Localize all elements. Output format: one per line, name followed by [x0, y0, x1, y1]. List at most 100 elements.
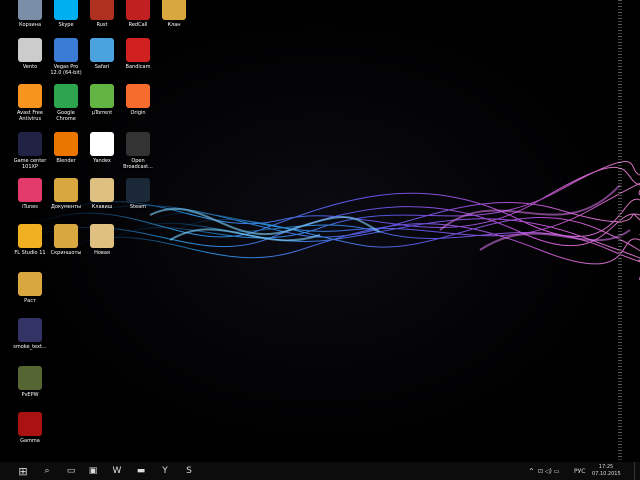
desktop-icon[interactable]: RedCall — [120, 0, 156, 28]
fl-studio-icon — [18, 224, 42, 248]
desktop-icon-label: Origin — [130, 110, 146, 116]
safari-icon — [90, 38, 114, 62]
pvepw-icon — [18, 366, 42, 390]
blender-icon — [54, 132, 78, 156]
word-icon[interactable]: W — [108, 462, 126, 480]
desktop-icon-label: PvEPW — [21, 392, 39, 398]
desktop-icon[interactable]: Origin — [120, 84, 156, 116]
redcall-icon — [126, 0, 150, 20]
desktop-icon-label: Blender — [56, 158, 76, 164]
desktop-icon[interactable]: Клан — [156, 0, 192, 28]
desktop-icon[interactable]: PvEPW — [12, 366, 48, 398]
folder-icon — [162, 0, 186, 20]
clock-time: 17:25 — [598, 464, 614, 470]
desktop-icon[interactable]: Game center 101XP — [12, 132, 48, 170]
desktop-icon-label: Раст — [24, 298, 36, 304]
folder-icon — [90, 178, 114, 202]
desktop-icon[interactable]: Skype — [48, 0, 84, 28]
desktop-icon[interactable]: Bandicam — [120, 38, 156, 70]
bandicam-icon — [126, 38, 150, 62]
taskbar: ⊞ ⌕ ▭ ▣ W ▬ Y S ⌃ ⊡ ◁) ▭ РУС 17:25 07.10.201… — [0, 462, 640, 480]
desktop-icon[interactable]: Rust — [84, 0, 120, 28]
skype-icon — [54, 0, 78, 20]
recycle-bin-icon — [18, 0, 42, 20]
desktop-icon-label: Gamma — [20, 438, 40, 444]
desktop-icon-label: Клан — [167, 22, 181, 28]
desktop-icon[interactable]: Gamma — [12, 412, 48, 444]
clock[interactable]: 17:25 07.10.2015 — [592, 464, 621, 478]
desktop-icon[interactable]: Steam — [120, 178, 156, 210]
file-icon — [18, 318, 42, 342]
desktop-icon-label: Avast Free Antivirus — [17, 110, 43, 122]
desktop-icon-label: FL Studio 11 — [14, 250, 46, 256]
desktop-icon-label: Bandicam — [125, 64, 151, 70]
gamma-icon — [18, 412, 42, 436]
start-button[interactable]: ⊞ — [14, 462, 32, 480]
desktop-icon[interactable]: Клавиш — [84, 178, 120, 210]
folder-icon — [90, 224, 114, 248]
vento-icon — [18, 38, 42, 62]
origin-icon — [126, 84, 150, 108]
itunes-icon — [18, 178, 42, 202]
desktop-icon[interactable]: smoke_text... — [12, 318, 48, 350]
desktop-icon-label: Скриншоты — [50, 250, 82, 256]
folder-icon — [54, 178, 78, 202]
desktop-icon[interactable]: FL Studio 11 — [12, 224, 48, 256]
desktop-icon[interactable]: Safari — [84, 38, 120, 70]
desktop-icon[interactable]: Blender — [48, 132, 84, 164]
desktop-icon-label: Google Chrome — [56, 110, 76, 122]
desktop-icon-label: Корзина — [18, 22, 42, 28]
skype-taskbar-icon[interactable]: S — [180, 462, 198, 480]
desktop-icon[interactable]: Yandex — [84, 132, 120, 164]
desktop-icon-label: Клавиш — [91, 204, 113, 210]
desktop-icon-label: Документы — [51, 204, 81, 210]
screen-artifact-strip — [618, 0, 622, 462]
yandex-icon — [90, 132, 114, 156]
desktop-icon[interactable]: iTunes — [12, 178, 48, 210]
desktop-icon-label: Vento — [22, 64, 38, 70]
clock-date: 07.10.2015 — [592, 471, 621, 477]
desktop-icon-label: Yandex — [93, 158, 111, 164]
task-view-button[interactable]: ▭ — [62, 462, 80, 480]
desktop-icon-label: iTunes — [22, 204, 38, 210]
desktop-icon[interactable]: Корзина — [12, 0, 48, 28]
desktop-icon-label: µTorrent — [91, 110, 113, 116]
desktop-icon-label: Vegas Pro 12.0 (64-bit) — [50, 64, 82, 76]
desktop-icon-label: Rust — [96, 22, 108, 28]
desktop-icon[interactable]: Раст — [12, 272, 48, 304]
desktop-icon[interactable]: µTorrent — [84, 84, 120, 116]
desktop-icon[interactable]: Vento — [12, 38, 48, 70]
desktop-icon-label: Steam — [129, 204, 147, 210]
language-indicator[interactable]: РУС — [574, 462, 585, 480]
folder-icon — [18, 272, 42, 296]
desktop-icon[interactable]: Open Broadcast... — [120, 132, 156, 170]
rust-icon — [90, 0, 114, 20]
desktop-icon[interactable]: Vegas Pro 12.0 (64-bit) — [48, 38, 84, 76]
avast-icon — [18, 84, 42, 108]
desktop[interactable]: Корзина Skype Rust RedCall Клан Vento Vegas Pr… — [0, 0, 640, 462]
vegas-icon — [54, 38, 78, 62]
chrome-icon — [54, 84, 78, 108]
obs-icon — [126, 132, 150, 156]
folder-icon — [54, 224, 78, 248]
desktop-icon-label: Open Broadcast... — [123, 158, 153, 170]
tray-chevron-icon[interactable]: ⌃ — [528, 462, 535, 480]
steam-icon — [126, 178, 150, 202]
explorer-icon[interactable]: ▬ — [132, 462, 150, 480]
store-icon[interactable]: ▣ — [84, 462, 102, 480]
tray-icons[interactable]: ⊡ ◁) ▭ — [538, 462, 559, 480]
desktop-icon-label: RedCall — [128, 22, 148, 28]
desktop-icon[interactable]: Google Chrome — [48, 84, 84, 122]
utorrent-icon — [90, 84, 114, 108]
show-desktop-button[interactable] — [634, 462, 640, 480]
yandex-taskbar-icon[interactable]: Y — [156, 462, 174, 480]
desktop-icon-label: Game center 101XP — [13, 158, 47, 170]
desktop-icon[interactable]: Avast Free Antivirus — [12, 84, 48, 122]
desktop-icon[interactable]: Документы — [48, 178, 84, 210]
desktop-icon-label: Safari — [94, 64, 110, 70]
search-button[interactable]: ⌕ — [38, 462, 56, 480]
desktop-icon[interactable]: Скриншоты — [48, 224, 84, 256]
desktop-icon-label: Новая — [94, 250, 110, 256]
desktop-icon[interactable]: Новая — [84, 224, 120, 256]
desktop-icon-label: Skype — [58, 22, 74, 28]
